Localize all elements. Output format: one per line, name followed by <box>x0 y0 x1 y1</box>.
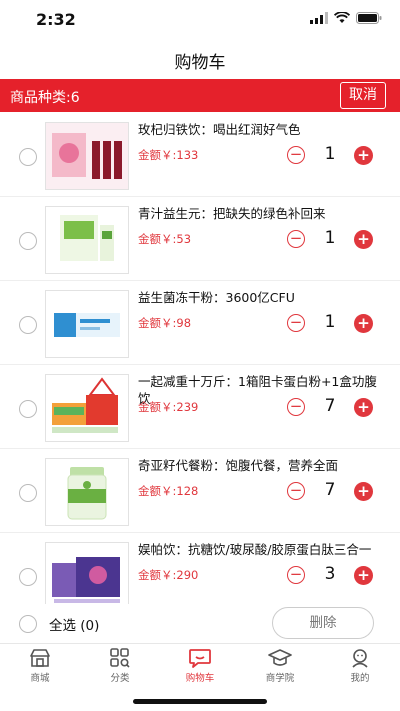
cart-item: 益生菌冻干粉：3600亿CFU 金额￥:98 − 1 + <box>0 280 400 365</box>
select-all-checkbox[interactable] <box>19 615 37 633</box>
decrease-quantity-button[interactable]: − <box>287 146 305 164</box>
select-all-label[interactable]: 全选 (0) <box>49 614 99 634</box>
tab-store[interactable]: 商城 <box>10 648 70 684</box>
quantity-value: 7 <box>324 396 336 416</box>
increase-quantity-button[interactable]: + <box>354 566 373 585</box>
product-name: 青汁益生元：把缺失的绿色补回来 <box>138 206 326 221</box>
product-price: 金额￥:128 <box>138 484 199 498</box>
category-count: 商品种类:6 <box>10 90 80 106</box>
tab-category[interactable]: 分类 <box>90 648 150 684</box>
item-checkbox[interactable] <box>19 316 37 334</box>
increase-quantity-button[interactable]: + <box>354 314 373 333</box>
cancel-button[interactable]: 取消 <box>340 82 386 109</box>
quantity-value: 3 <box>324 564 336 584</box>
status-bar: 2:32 <box>0 0 400 40</box>
decrease-quantity-button[interactable]: − <box>287 482 305 500</box>
cart-item: 一起减重十万斤：1箱阻卡蛋白粉+1盒功腹饮 金额￥:239 − 7 + <box>0 364 400 449</box>
product-image[interactable] <box>45 122 129 190</box>
home-indicator <box>133 699 267 704</box>
increase-quantity-button[interactable]: + <box>354 146 373 165</box>
product-image[interactable] <box>45 458 129 526</box>
product-name: 玫杞归铁饮：喝出红润好气色 <box>138 122 301 137</box>
product-price: 金额￥:53 <box>138 232 192 246</box>
cart-icon <box>189 649 211 668</box>
graduation-cap-icon <box>268 649 292 666</box>
category-icon <box>110 648 130 668</box>
item-checkbox[interactable] <box>19 400 37 418</box>
cart-item: 奇亚籽代餐粉：饱腹代餐，营养全面 金额￥:128 − 7 + <box>0 448 400 533</box>
product-image[interactable] <box>45 290 129 358</box>
product-image[interactable] <box>45 542 129 604</box>
wifi-icon <box>334 12 350 23</box>
item-checkbox[interactable] <box>19 568 37 586</box>
item-checkbox[interactable] <box>19 148 37 166</box>
item-checkbox[interactable] <box>19 484 37 502</box>
tab-label: 商学院 <box>265 673 295 684</box>
product-price: 金额￥:290 <box>138 568 199 582</box>
product-image[interactable] <box>45 374 129 442</box>
status-time: 2:32 <box>36 10 76 29</box>
delete-button[interactable]: 删除 <box>272 607 374 639</box>
cart-header-bar: 商品种类:6 取消 <box>0 79 400 112</box>
decrease-quantity-button[interactable]: − <box>287 230 305 248</box>
signal-icon <box>310 12 328 24</box>
battery-icon <box>356 12 382 24</box>
cart-item: 青汁益生元：把缺失的绿色补回来 金额￥:53 − 1 + <box>0 196 400 281</box>
tab-academy[interactable]: 商学院 <box>250 648 310 684</box>
tab-label: 商城 <box>30 673 50 684</box>
status-icons <box>310 12 382 24</box>
product-name: 益生菌冻干粉：3600亿CFU <box>138 290 295 305</box>
store-icon <box>30 649 50 667</box>
product-price: 金额￥:98 <box>138 316 192 330</box>
product-name: 奇亚籽代餐粉：饱腹代餐，营养全面 <box>138 458 339 473</box>
cart-action-bar: 全选 (0) 删除 <box>0 604 400 642</box>
decrease-quantity-button[interactable]: − <box>287 314 305 332</box>
product-price: 金额￥:133 <box>138 148 199 162</box>
cart-item: 玫杞归铁饮：喝出红润好气色 金额￥:133 − 1 + <box>0 112 400 197</box>
tab-label: 购物车 <box>185 673 215 684</box>
tab-profile[interactable]: 我的 <box>330 648 390 684</box>
tab-label: 分类 <box>110 673 130 684</box>
page-title: 购物车 <box>174 53 226 73</box>
item-checkbox[interactable] <box>19 232 37 250</box>
quantity-value: 1 <box>324 144 336 164</box>
tab-cart[interactable]: 购物车 <box>170 648 230 684</box>
decrease-quantity-button[interactable]: − <box>287 398 305 416</box>
increase-quantity-button[interactable]: + <box>354 482 373 501</box>
increase-quantity-button[interactable]: + <box>354 230 373 249</box>
cart-item-list: 玫杞归铁饮：喝出红润好气色 金额￥:133 − 1 + 青汁益生元：把缺失的绿色… <box>0 112 400 604</box>
tab-label: 我的 <box>350 673 370 684</box>
product-image[interactable] <box>45 206 129 274</box>
tab-bar: 商城 分类 购物车 商学院 我的 <box>0 643 400 689</box>
cart-item: 娱帕饮：抗糖饮/玻尿酸/胶原蛋白肽三合一 金额￥:290 − 3 + <box>0 532 400 604</box>
quantity-value: 7 <box>324 480 336 500</box>
profile-icon <box>352 649 368 668</box>
quantity-value: 1 <box>324 312 336 332</box>
product-name: 娱帕饮：抗糖饮/玻尿酸/胶原蛋白肽三合一 <box>138 542 372 557</box>
product-price: 金额￥:239 <box>138 400 199 414</box>
increase-quantity-button[interactable]: + <box>354 398 373 417</box>
quantity-value: 1 <box>324 228 336 248</box>
nav-bar: 购物车 <box>0 40 400 78</box>
decrease-quantity-button[interactable]: − <box>287 566 305 584</box>
